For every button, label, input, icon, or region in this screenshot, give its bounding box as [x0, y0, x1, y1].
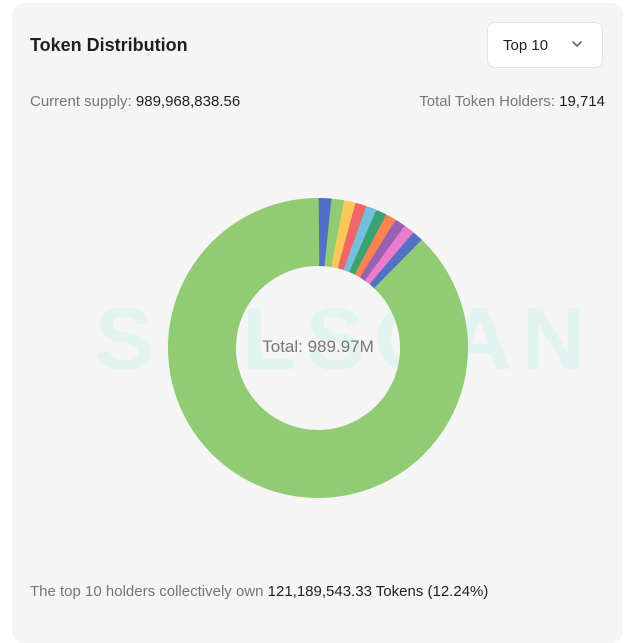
- donut-total-label: Total: 989.97M: [262, 337, 374, 356]
- summary-value: 121,189,543.33 Tokens (12.24%): [267, 583, 489, 600]
- summary-prefix: The top 10 holders collectively own: [30, 583, 268, 600]
- distribution-donut-chart: [168, 198, 468, 498]
- top-holders-summary: The top 10 holders collectively own 121,…: [30, 583, 488, 600]
